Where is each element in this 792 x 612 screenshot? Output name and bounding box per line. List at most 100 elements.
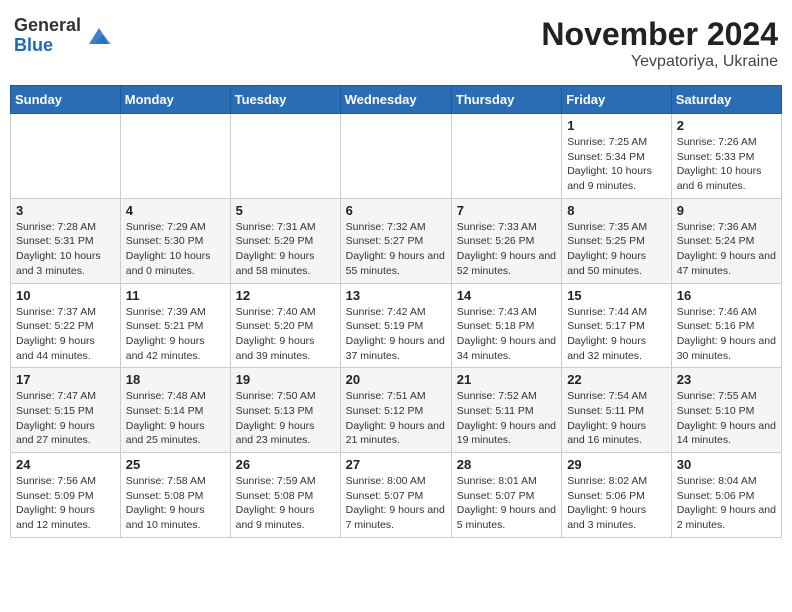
day-number: 19 (236, 372, 335, 387)
calendar-cell (230, 114, 340, 199)
calendar-cell: 25 Sunrise: 7:58 AM Sunset: 5:08 PM Dayli… (120, 453, 230, 538)
day-info: Sunrise: 7:51 AM Sunset: 5:12 PM Dayligh… (346, 389, 446, 448)
day-info: Sunrise: 7:50 AM Sunset: 5:13 PM Dayligh… (236, 389, 335, 448)
weekday-header-sunday: Sunday (11, 86, 121, 114)
day-number: 20 (346, 372, 446, 387)
day-info: Sunrise: 7:32 AM Sunset: 5:27 PM Dayligh… (346, 220, 446, 279)
logo-general-text: General (14, 16, 81, 36)
title-block: November 2024 Yevpatoriya, Ukraine (541, 16, 778, 71)
calendar-cell: 27 Sunrise: 8:00 AM Sunset: 5:07 PM Dayli… (340, 453, 451, 538)
day-info: Sunrise: 7:47 AM Sunset: 5:15 PM Dayligh… (16, 389, 115, 448)
day-info: Sunrise: 7:26 AM Sunset: 5:33 PM Dayligh… (677, 135, 776, 194)
day-number: 4 (126, 203, 225, 218)
day-info: Sunrise: 7:44 AM Sunset: 5:17 PM Dayligh… (567, 305, 666, 364)
day-info: Sunrise: 7:46 AM Sunset: 5:16 PM Dayligh… (677, 305, 776, 364)
day-info: Sunrise: 7:40 AM Sunset: 5:20 PM Dayligh… (236, 305, 335, 364)
weekday-header-friday: Friday (562, 86, 672, 114)
calendar-cell: 6 Sunrise: 7:32 AM Sunset: 5:27 PM Daylig… (340, 198, 451, 283)
calendar-cell: 17Sunrise: 7:47 AM Sunset: 5:15 PM Dayli… (11, 368, 121, 453)
week-row-5: 24 Sunrise: 7:56 AM Sunset: 5:09 PM Dayli… (11, 453, 782, 538)
day-number: 27 (346, 457, 446, 472)
day-number: 25 (126, 457, 225, 472)
day-info: Sunrise: 7:35 AM Sunset: 5:25 PM Dayligh… (567, 220, 666, 279)
day-number: 21 (457, 372, 556, 387)
calendar-cell: 12 Sunrise: 7:40 AM Sunset: 5:20 PM Dayli… (230, 283, 340, 368)
calendar-cell: 26 Sunrise: 7:59 AM Sunset: 5:08 PM Dayli… (230, 453, 340, 538)
calendar-cell: 14Sunrise: 7:43 AM Sunset: 5:18 PM Dayli… (451, 283, 561, 368)
weekday-header-row: SundayMondayTuesdayWednesdayThursdayFrid… (11, 86, 782, 114)
logo: General Blue (14, 16, 113, 56)
day-number: 7 (457, 203, 556, 218)
calendar-cell: 10Sunrise: 7:37 AM Sunset: 5:22 PM Dayli… (11, 283, 121, 368)
day-number: 8 (567, 203, 666, 218)
calendar-cell: 13 Sunrise: 7:42 AM Sunset: 5:19 PM Dayli… (340, 283, 451, 368)
weekday-header-wednesday: Wednesday (340, 86, 451, 114)
week-row-2: 3Sunrise: 7:28 AM Sunset: 5:31 PM Daylig… (11, 198, 782, 283)
calendar-cell: 15 Sunrise: 7:44 AM Sunset: 5:17 PM Dayli… (562, 283, 672, 368)
day-info: Sunrise: 7:25 AM Sunset: 5:34 PM Dayligh… (567, 135, 666, 194)
day-info: Sunrise: 7:52 AM Sunset: 5:11 PM Dayligh… (457, 389, 556, 448)
day-info: Sunrise: 7:36 AM Sunset: 5:24 PM Dayligh… (677, 220, 776, 279)
day-number: 15 (567, 288, 666, 303)
day-number: 9 (677, 203, 776, 218)
day-number: 2 (677, 118, 776, 133)
day-info: Sunrise: 7:56 AM Sunset: 5:09 PM Dayligh… (16, 474, 115, 533)
day-info: Sunrise: 7:42 AM Sunset: 5:19 PM Dayligh… (346, 305, 446, 364)
day-info: Sunrise: 7:39 AM Sunset: 5:21 PM Dayligh… (126, 305, 225, 364)
day-number: 22 (567, 372, 666, 387)
day-number: 29 (567, 457, 666, 472)
day-info: Sunrise: 7:54 AM Sunset: 5:11 PM Dayligh… (567, 389, 666, 448)
calendar-cell: 29 Sunrise: 8:02 AM Sunset: 5:06 PM Dayli… (562, 453, 672, 538)
calendar-cell: 18Sunrise: 7:48 AM Sunset: 5:14 PM Dayli… (120, 368, 230, 453)
day-number: 5 (236, 203, 335, 218)
day-number: 12 (236, 288, 335, 303)
weekday-header-monday: Monday (120, 86, 230, 114)
calendar-cell: 22 Sunrise: 7:54 AM Sunset: 5:11 PM Dayli… (562, 368, 672, 453)
day-number: 28 (457, 457, 556, 472)
calendar-location: Yevpatoriya, Ukraine (541, 53, 778, 71)
page-header: General Blue November 2024 Yevpatoriya, … (10, 10, 782, 77)
day-number: 23 (677, 372, 776, 387)
day-info: Sunrise: 8:00 AM Sunset: 5:07 PM Dayligh… (346, 474, 446, 533)
calendar-cell: 24 Sunrise: 7:56 AM Sunset: 5:09 PM Dayli… (11, 453, 121, 538)
logo-icon (85, 22, 113, 50)
calendar-cell: 16 Sunrise: 7:46 AM Sunset: 5:16 PM Dayli… (671, 283, 781, 368)
calendar-cell (451, 114, 561, 199)
week-row-1: 1 Sunrise: 7:25 AM Sunset: 5:34 PM Daylig… (11, 114, 782, 199)
weekday-header-thursday: Thursday (451, 86, 561, 114)
calendar-cell: 7Sunrise: 7:33 AM Sunset: 5:26 PM Daylig… (451, 198, 561, 283)
day-number: 26 (236, 457, 335, 472)
day-info: Sunrise: 8:04 AM Sunset: 5:06 PM Dayligh… (677, 474, 776, 533)
day-number: 6 (346, 203, 446, 218)
week-row-3: 10Sunrise: 7:37 AM Sunset: 5:22 PM Dayli… (11, 283, 782, 368)
day-number: 24 (16, 457, 115, 472)
day-number: 30 (677, 457, 776, 472)
calendar-title: November 2024 (541, 16, 778, 53)
day-info: Sunrise: 8:01 AM Sunset: 5:07 PM Dayligh… (457, 474, 556, 533)
day-info: Sunrise: 7:58 AM Sunset: 5:08 PM Dayligh… (126, 474, 225, 533)
calendar-cell: 28 Sunrise: 8:01 AM Sunset: 5:07 PM Dayli… (451, 453, 561, 538)
weekday-header-saturday: Saturday (671, 86, 781, 114)
day-number: 11 (126, 288, 225, 303)
calendar-table: SundayMondayTuesdayWednesdayThursdayFrid… (10, 85, 782, 538)
calendar-cell: 11 Sunrise: 7:39 AM Sunset: 5:21 PM Dayli… (120, 283, 230, 368)
day-number: 1 (567, 118, 666, 133)
calendar-cell: 21 Sunrise: 7:52 AM Sunset: 5:11 PM Dayli… (451, 368, 561, 453)
day-number: 16 (677, 288, 776, 303)
day-info: Sunrise: 8:02 AM Sunset: 5:06 PM Dayligh… (567, 474, 666, 533)
calendar-cell: 4 Sunrise: 7:29 AM Sunset: 5:30 PM Daylig… (120, 198, 230, 283)
day-info: Sunrise: 7:59 AM Sunset: 5:08 PM Dayligh… (236, 474, 335, 533)
calendar-cell: 23Sunrise: 7:55 AM Sunset: 5:10 PM Dayli… (671, 368, 781, 453)
week-row-4: 17Sunrise: 7:47 AM Sunset: 5:15 PM Dayli… (11, 368, 782, 453)
calendar-cell: 2 Sunrise: 7:26 AM Sunset: 5:33 PM Daylig… (671, 114, 781, 199)
calendar-cell: 3Sunrise: 7:28 AM Sunset: 5:31 PM Daylig… (11, 198, 121, 283)
day-number: 13 (346, 288, 446, 303)
day-info: Sunrise: 7:48 AM Sunset: 5:14 PM Dayligh… (126, 389, 225, 448)
day-number: 3 (16, 203, 115, 218)
calendar-cell: 9 Sunrise: 7:36 AM Sunset: 5:24 PM Daylig… (671, 198, 781, 283)
calendar-cell: 30 Sunrise: 8:04 AM Sunset: 5:06 PM Dayli… (671, 453, 781, 538)
day-info: Sunrise: 7:29 AM Sunset: 5:30 PM Dayligh… (126, 220, 225, 279)
calendar-cell: 8 Sunrise: 7:35 AM Sunset: 5:25 PM Daylig… (562, 198, 672, 283)
day-info: Sunrise: 7:37 AM Sunset: 5:22 PM Dayligh… (16, 305, 115, 364)
logo-blue-text: Blue (14, 36, 81, 56)
